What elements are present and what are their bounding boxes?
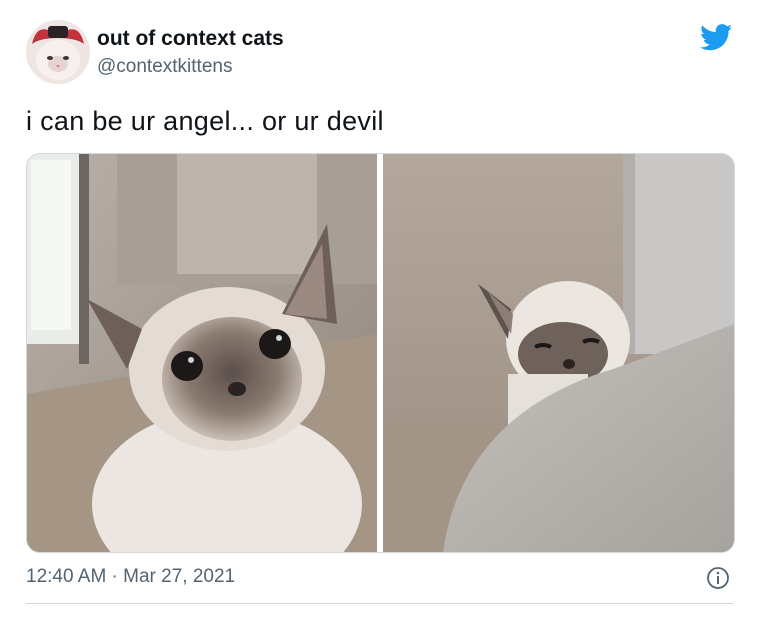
tweet-media[interactable] bbox=[26, 153, 735, 553]
author-handle[interactable]: @contextkittens bbox=[97, 55, 284, 79]
tweet-card: out of context cats @contextkittens i ca… bbox=[0, 0, 758, 617]
cat-peeking-photo[interactable] bbox=[383, 154, 734, 552]
cat-avatar-icon bbox=[26, 20, 90, 84]
author-display-name[interactable]: out of context cats bbox=[97, 27, 284, 51]
cat-peeking-image bbox=[383, 154, 734, 552]
author-avatar[interactable] bbox=[26, 20, 90, 84]
twitter-bird-icon bbox=[700, 24, 733, 51]
tweet-timestamp[interactable]: 12:40 AM · Mar 27, 2021 bbox=[26, 565, 235, 589]
tweet-text: i can be ur angel... or ur devil bbox=[26, 106, 384, 136]
cat-looking-up-image bbox=[27, 154, 377, 552]
info-icon[interactable] bbox=[706, 566, 730, 590]
author-block: out of context cats @contextkittens bbox=[97, 27, 284, 79]
cat-looking-up-photo[interactable] bbox=[27, 154, 377, 552]
divider bbox=[26, 603, 733, 604]
